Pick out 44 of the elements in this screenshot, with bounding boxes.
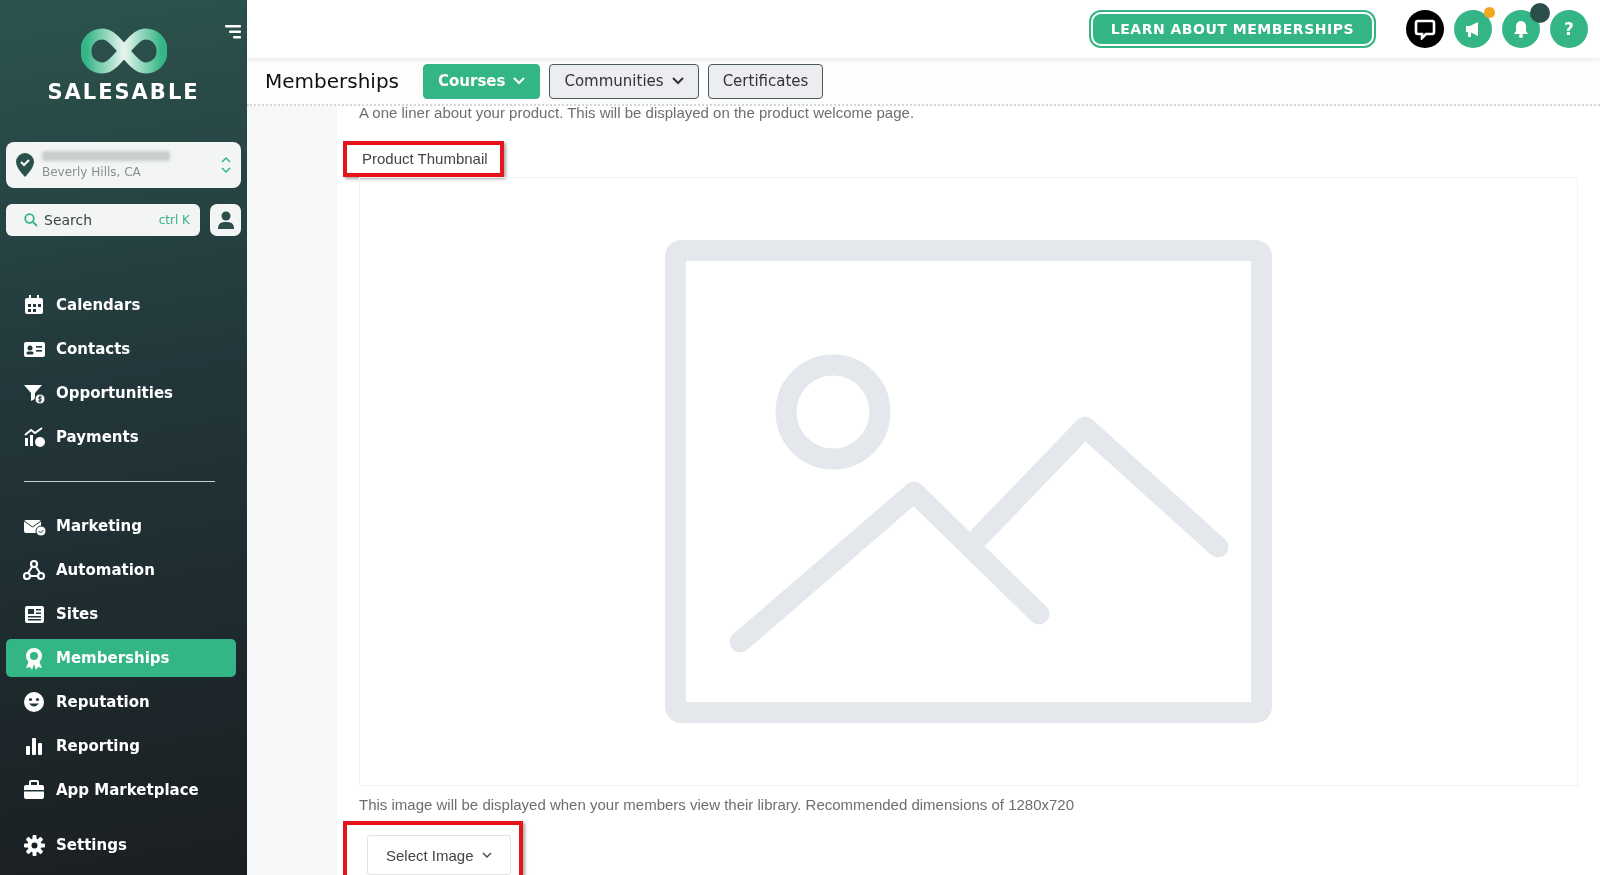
nav-item[interactable]: Reporting xyxy=(6,727,236,765)
user-icon xyxy=(217,211,234,229)
brand-name: SALESABLE xyxy=(47,80,200,104)
gear-icon xyxy=(23,833,46,857)
infinity-logo-icon xyxy=(80,28,167,74)
tab[interactable]: Communities xyxy=(549,63,699,99)
field-label: Product Thumbnail xyxy=(362,150,488,167)
bell-button[interactable] xyxy=(1502,10,1540,48)
field-hint: This image will be displayed when your members view their library. Recommended dimensions of 1280x720 xyxy=(359,796,1076,813)
field-hint: A one liner about your product. This will be displayed on the product welcome page. xyxy=(359,104,916,121)
select-image-button[interactable]: Select Image xyxy=(367,835,511,875)
location-pin-icon xyxy=(16,153,34,177)
smiley-icon xyxy=(23,690,46,714)
chat-bubble-icon xyxy=(1414,18,1436,40)
nav-item[interactable]: Opportunities xyxy=(6,374,236,412)
bell-icon xyxy=(1512,20,1530,38)
chevron-down-icon xyxy=(671,77,684,85)
up-down-chevron-icon xyxy=(221,156,231,174)
shortcut-hint: ctrl K xyxy=(158,213,190,227)
briefcase-icon xyxy=(23,778,46,802)
nav-item[interactable]: Payments xyxy=(6,418,236,456)
nav-item[interactable]: Marketing xyxy=(6,507,236,545)
calendar-icon xyxy=(23,293,46,317)
chevron-down-icon xyxy=(481,852,492,858)
chevron-down-icon xyxy=(513,77,526,85)
nav-item[interactable]: Reputation xyxy=(6,683,236,721)
search-field[interactable]: Search ctrl K xyxy=(6,204,200,236)
nav-item[interactable]: Sites xyxy=(6,595,236,633)
location-address: Beverly Hills, CA xyxy=(42,165,142,179)
nav-item[interactable]: Calendars xyxy=(6,286,236,324)
nav-item[interactable]: Automation xyxy=(6,551,236,589)
webhook-icon xyxy=(23,558,46,582)
image-placeholder-icon xyxy=(665,240,1272,723)
nav-item[interactable]: App Marketplace xyxy=(6,771,236,809)
search-icon xyxy=(24,213,38,227)
announce-button[interactable] xyxy=(1454,10,1492,48)
chat-button[interactable] xyxy=(1406,10,1444,48)
growth-chart-icon xyxy=(23,425,46,449)
page-title: Memberships xyxy=(265,69,400,93)
tab[interactable]: Certificates xyxy=(707,63,824,99)
profile-button[interactable] xyxy=(210,204,241,236)
nav-item[interactable]: Contacts xyxy=(6,330,236,368)
nav-item[interactable]: Settings xyxy=(6,826,236,864)
menu-icon[interactable] xyxy=(225,24,241,40)
